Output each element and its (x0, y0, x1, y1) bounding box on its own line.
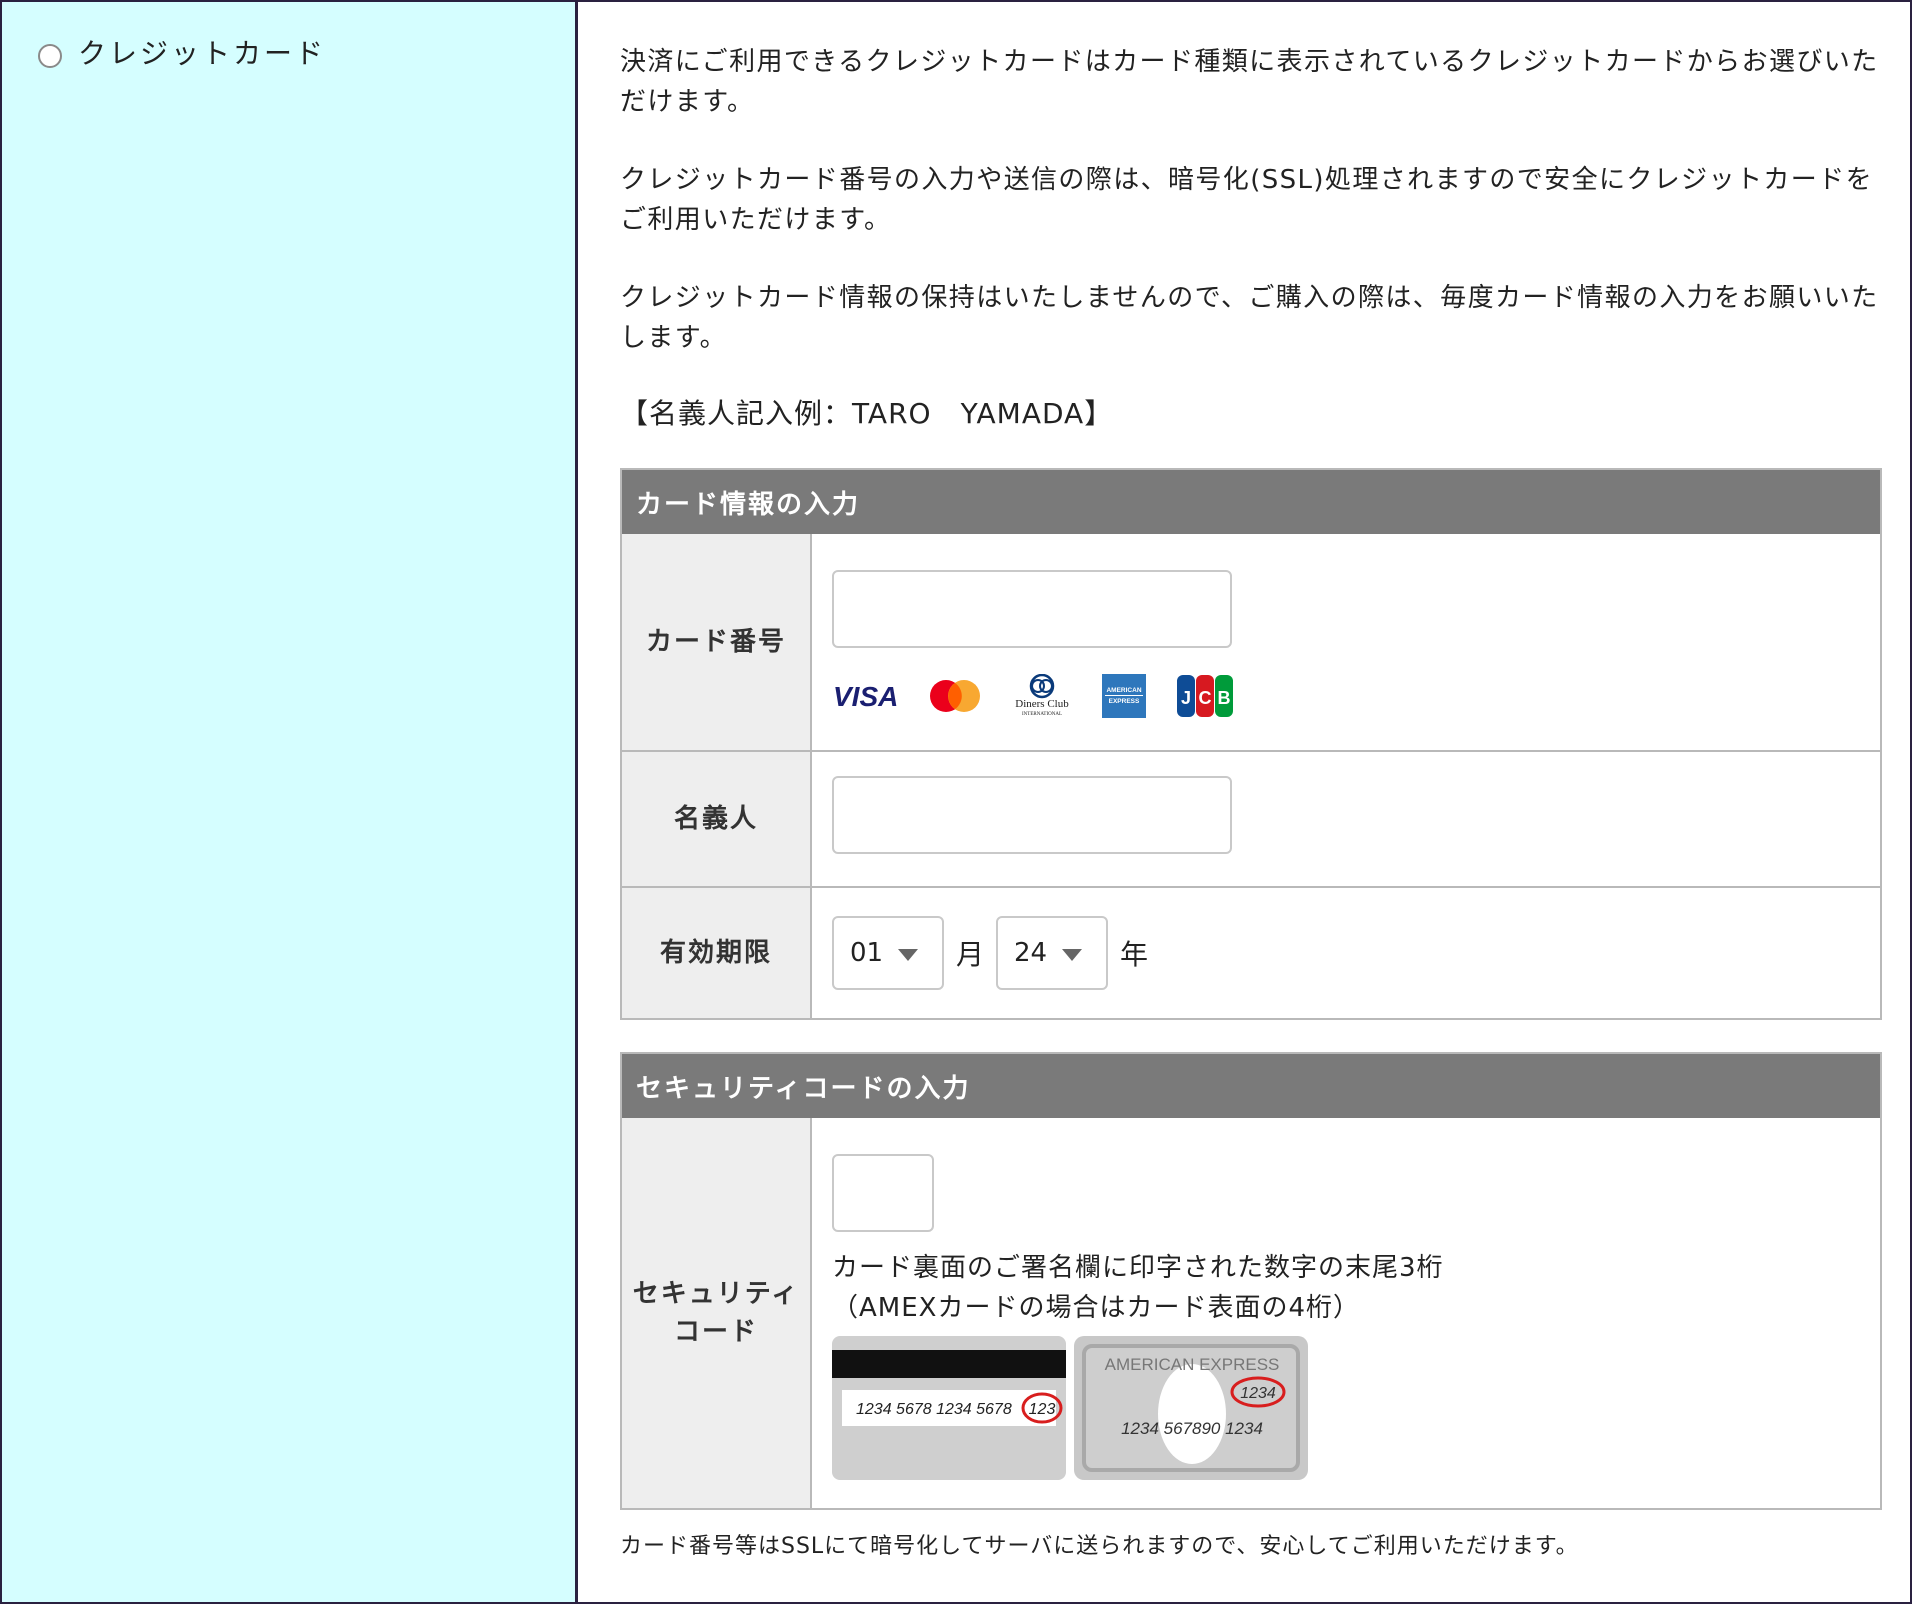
intro-paragraph-1: 決済にご利用できるクレジットカードはカード種類に表示されているクレジットカードか… (620, 47, 1879, 117)
payment-method-row: クレジットカード 決済にご利用できるクレジットカードはカード種類に表示されている… (0, 0, 1912, 1604)
security-code-input[interactable] (832, 1154, 934, 1232)
svg-text:INTERNATIONAL: INTERNATIONAL (1022, 712, 1062, 717)
diners-club-logo-icon: Diners Club INTERNATIONAL (1012, 674, 1072, 718)
card-back-number: 1234 5678 1234 5678 (856, 1401, 1012, 1418)
card-back-code: 123 (1029, 1401, 1056, 1418)
expiry-label: 有効期限 (622, 888, 812, 1018)
svg-text:B: B (1218, 688, 1231, 708)
expiry-cell: 01 月 24 年 (812, 888, 1880, 1018)
payment-details-cell: 決済にご利用できるクレジットカードはカード種類に表示されているクレジットカードか… (578, 2, 1910, 1602)
security-code-panel: セキュリティコードの入力 セキュリティ コード カード裏面のご署名欄に印字された… (620, 1052, 1882, 1510)
security-code-desc-line2: （AMEXカードの場合はカード表面の4桁） (832, 1293, 1361, 1323)
expiry-year-select[interactable]: 24 (996, 916, 1109, 990)
intro-paragraph-3: クレジットカード情報の保持はいたしませんので、ご購入の際は、毎度カード情報の入力… (620, 283, 1879, 353)
card-info-panel: カード情報の入力 カード番号 VISA Diners Club INTERNAT… (620, 468, 1882, 1020)
card-info-header: カード情報の入力 (622, 470, 1880, 534)
credit-card-option-label: クレジットカード (78, 37, 327, 70)
svg-text:J: J (1181, 688, 1191, 708)
card-number-input[interactable] (832, 570, 1232, 648)
holder-label: 名義人 (622, 752, 812, 886)
security-code-label-line2: コード (673, 1317, 758, 1347)
credit-card-option[interactable]: クレジットカード (38, 32, 326, 72)
security-code-samples: 1234 5678 1234 5678 123 AMERICAN EXPRESS… (832, 1336, 1880, 1480)
year-unit: 年 (1120, 938, 1149, 971)
credit-card-radio[interactable] (38, 44, 62, 68)
payment-method-cell: クレジットカード (2, 2, 578, 1602)
amex-front-sample-image: AMERICAN EXPRESS 1234 1234 567890 1234 (1074, 1336, 1308, 1480)
svg-text:Diners Club: Diners Club (1015, 698, 1069, 710)
chevron-down-icon (898, 949, 918, 961)
security-code-desc-line1: カード裏面のご署名欄に印字された数字の末尾3桁 (832, 1253, 1444, 1283)
chevron-down-icon (1062, 949, 1083, 961)
card-number-cell: VISA Diners Club INTERNATIONAL AMERICAN … (812, 534, 1880, 750)
holder-row: 名義人 (622, 750, 1880, 886)
mastercard-logo-icon (928, 678, 982, 714)
month-unit: 月 (956, 938, 985, 971)
expiry-row: 有効期限 01 月 24 年 (622, 886, 1880, 1018)
security-code-cell: カード裏面のご署名欄に印字された数字の末尾3桁 （AMEXカードの場合はカード表… (812, 1118, 1880, 1508)
ssl-footnote: カード番号等はSSLにて暗号化してサーバに送られますので、安心してご利用いただけ… (620, 1534, 1579, 1559)
name-example: 【名義人記入例：TARO YAMADA】 (620, 397, 1114, 430)
security-code-label-line1: セキュリティ (632, 1279, 800, 1309)
intro-text: 決済にご利用できるクレジットカードはカード種類に表示されているクレジットカードか… (620, 42, 1880, 434)
security-code-header: セキュリティコードの入力 (622, 1054, 1880, 1118)
amex-sample-code: 1234 (1240, 1385, 1276, 1402)
svg-text:VISA: VISA (833, 681, 898, 711)
amex-sample-title: AMERICAN EXPRESS (1105, 1355, 1280, 1374)
card-back-sample-image: 1234 5678 1234 5678 123 (832, 1336, 1066, 1480)
intro-paragraph-2: クレジットカード番号の入力や送信の際は、暗号化(SSL)処理されますので安全にク… (620, 165, 1873, 235)
visa-logo-icon: VISA (832, 681, 898, 711)
svg-text:C: C (1199, 688, 1212, 708)
jcb-logo-icon: J C B (1176, 674, 1234, 718)
holder-cell (812, 752, 1880, 886)
card-number-label: カード番号 (622, 534, 812, 750)
amex-sample-number: 1234 567890 1234 (1121, 1419, 1263, 1438)
holder-name-input[interactable] (832, 776, 1232, 854)
security-code-row: セキュリティ コード カード裏面のご署名欄に印字された数字の末尾3桁 （AMEX… (622, 1118, 1880, 1508)
card-number-row: カード番号 VISA Diners Club INTERNATIONAL AME… (622, 534, 1880, 750)
amex-logo-icon: AMERICAN EXPRESS (1102, 674, 1146, 718)
svg-text:AMERICAN: AMERICAN (1106, 687, 1141, 694)
expiry-month-select[interactable]: 01 (832, 916, 944, 990)
security-code-description: カード裏面のご署名欄に印字された数字の末尾3桁 （AMEXカードの場合はカード表… (832, 1248, 1880, 1328)
svg-text:EXPRESS: EXPRESS (1109, 698, 1140, 705)
expiry-month-value: 01 (850, 938, 884, 968)
card-brands: VISA Diners Club INTERNATIONAL AMERICAN … (832, 674, 1880, 718)
security-code-label: セキュリティ コード (622, 1118, 812, 1508)
expiry-year-value: 24 (1014, 938, 1048, 968)
